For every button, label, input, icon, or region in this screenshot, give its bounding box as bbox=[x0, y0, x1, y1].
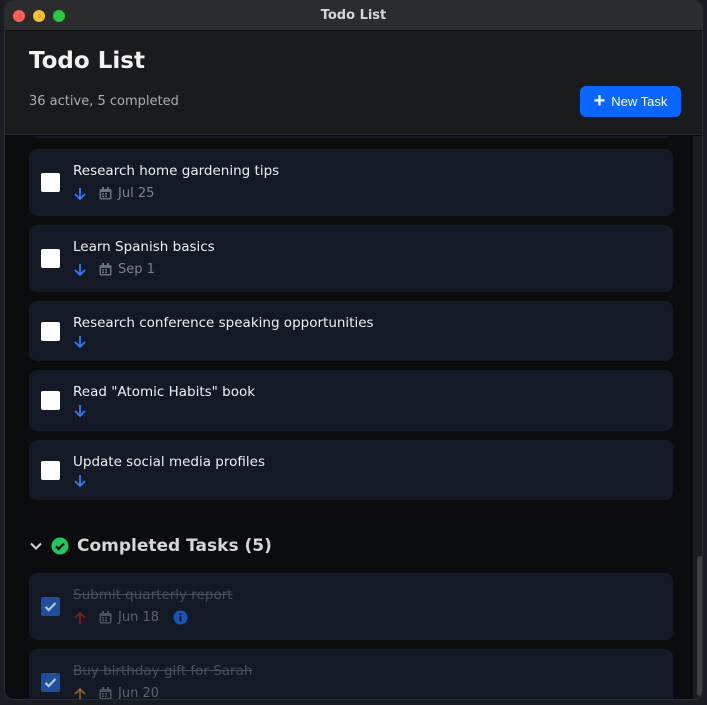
task-due-date: Jun 20 bbox=[118, 686, 159, 700]
checkmark-icon bbox=[44, 602, 57, 612]
arrow-down-icon bbox=[74, 263, 86, 276]
page-title: Todo List bbox=[29, 48, 145, 74]
completed-section-title: Completed Tasks (5) bbox=[77, 536, 272, 556]
task-title: Submit quarterly report bbox=[73, 587, 233, 603]
task-checkbox-checked[interactable] bbox=[41, 597, 60, 616]
task-checkbox[interactable] bbox=[41, 391, 60, 410]
new-task-button[interactable]: + New Task bbox=[580, 86, 681, 117]
task-title: Learn Spanish basics bbox=[73, 239, 215, 255]
task-meta bbox=[73, 474, 87, 488]
completed-task-card[interactable]: Buy birthday gift for Sarah Jun 20 bbox=[29, 649, 673, 700]
arrow-down-icon bbox=[74, 187, 86, 200]
calendar-icon bbox=[99, 611, 112, 624]
task-checkbox[interactable] bbox=[41, 173, 60, 192]
task-checkbox[interactable] bbox=[41, 249, 60, 268]
task-title: Research conference speaking opportuniti… bbox=[73, 315, 374, 331]
chevron-down-icon[interactable] bbox=[29, 539, 43, 553]
check-circle-icon bbox=[51, 537, 69, 555]
window-title: Todo List bbox=[320, 8, 387, 23]
task-checkbox[interactable] bbox=[41, 322, 60, 341]
task-meta: Jun 18 bbox=[73, 610, 188, 625]
calendar-icon bbox=[99, 263, 112, 276]
arrow-down-icon bbox=[74, 405, 86, 418]
calendar-icon bbox=[99, 187, 112, 200]
task-meta: Jul 25 bbox=[73, 186, 154, 201]
title-bar: Todo List bbox=[5, 1, 702, 31]
arrow-up-icon bbox=[74, 611, 86, 624]
partial-task-card bbox=[29, 136, 673, 138]
task-title: Update social media profiles bbox=[73, 454, 265, 470]
plus-icon: + bbox=[593, 89, 606, 112]
task-due-date: Jun 18 bbox=[118, 610, 159, 625]
task-card[interactable]: Read "Atomic Habits" book bbox=[29, 370, 673, 431]
arrow-down-icon bbox=[74, 336, 86, 349]
checkmark-icon bbox=[44, 678, 57, 688]
new-task-label: New Task bbox=[611, 94, 668, 109]
arrow-down-icon bbox=[74, 475, 86, 488]
task-due-date: Sep 1 bbox=[118, 262, 155, 277]
scrollbar-thumb[interactable] bbox=[697, 556, 702, 696]
task-meta: Jun 20 bbox=[73, 686, 159, 700]
task-list[interactable]: Research home gardening tips Jul 25 Lear… bbox=[5, 136, 702, 700]
task-summary: 36 active, 5 completed bbox=[29, 94, 179, 109]
arrow-up-icon bbox=[74, 687, 86, 699]
task-meta bbox=[73, 404, 87, 418]
info-icon[interactable] bbox=[173, 610, 188, 625]
task-card[interactable]: Update social media profiles bbox=[29, 440, 673, 500]
header: Todo List 36 active, 5 completed + New T… bbox=[5, 31, 702, 135]
task-meta: Sep 1 bbox=[73, 262, 155, 277]
task-title: Buy birthday gift for Sarah bbox=[73, 663, 253, 679]
task-checkbox[interactable] bbox=[41, 461, 60, 480]
app-window: Todo List Todo List 36 active, 5 complet… bbox=[4, 0, 703, 700]
task-title: Research home gardening tips bbox=[73, 163, 280, 179]
task-card[interactable]: Research conference speaking opportuniti… bbox=[29, 301, 673, 361]
task-checkbox-checked[interactable] bbox=[41, 673, 60, 692]
task-title: Read "Atomic Habits" book bbox=[73, 384, 256, 400]
task-card[interactable]: Research home gardening tips Jul 25 bbox=[29, 149, 673, 216]
completed-section-header[interactable]: Completed Tasks (5) bbox=[29, 536, 272, 556]
task-card[interactable]: Learn Spanish basics Sep 1 bbox=[29, 225, 673, 292]
task-meta bbox=[73, 335, 87, 349]
completed-task-card[interactable]: Submit quarterly report Jun 18 bbox=[29, 573, 673, 640]
calendar-icon bbox=[99, 687, 112, 699]
task-due-date: Jul 25 bbox=[118, 186, 155, 201]
